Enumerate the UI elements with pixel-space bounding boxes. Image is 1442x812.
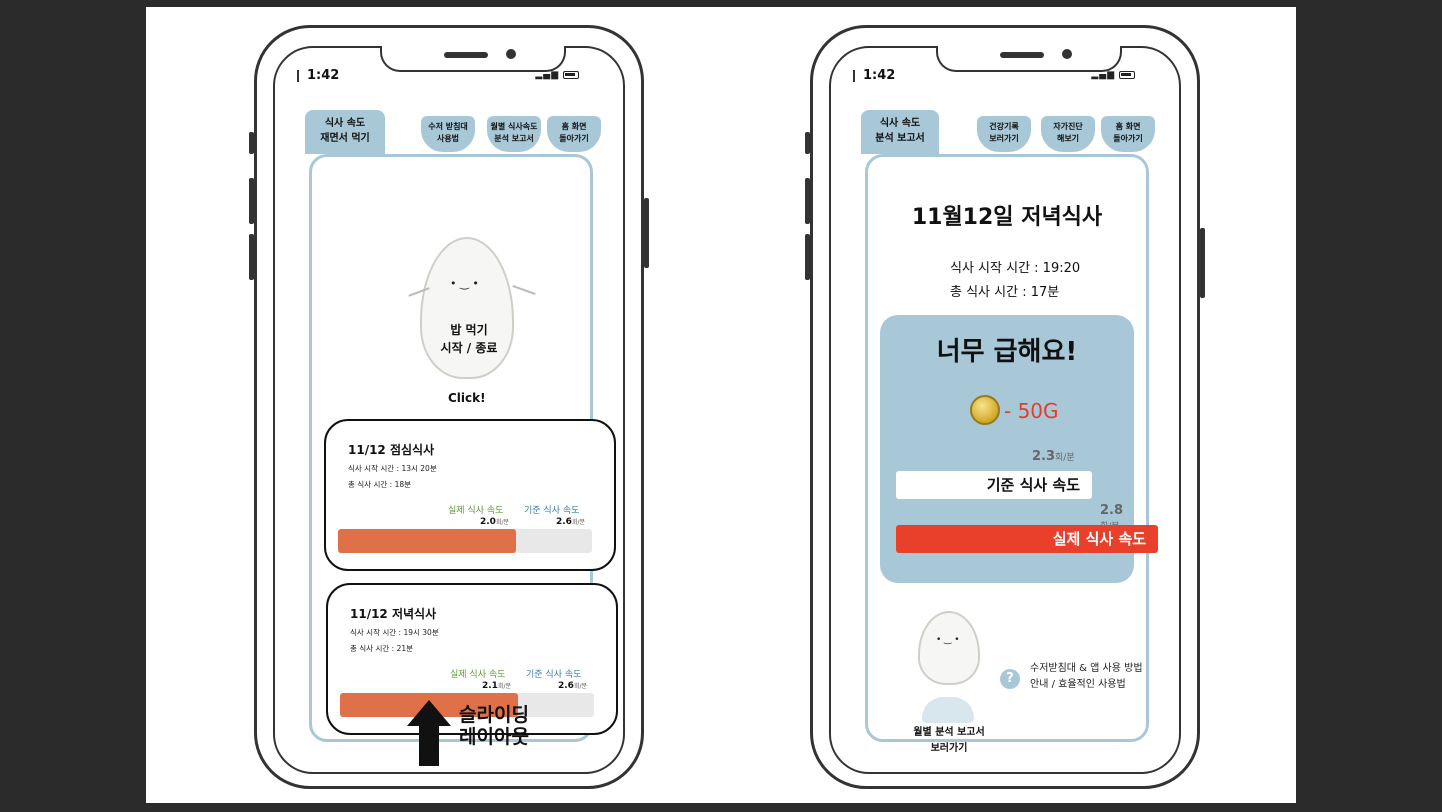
standard-speed-value: 2.6회/분 — [558, 681, 588, 691]
meal-start-time: 식사 시작 시간 : 19:20 — [950, 261, 1081, 276]
standard-speed-label: 기준 식사 속도 — [526, 670, 582, 680]
right-phone-frame: 1:42 ▂▄▆ 식사 속도 분석 보고서 건강기록 보러가기 자가진단 해보기… — [805, 25, 1205, 789]
meal-total-time: 총 식사 시간 : 17분 — [950, 285, 1060, 300]
meal-card-title: 11/12 점심식사 — [348, 443, 435, 457]
meal-start-time: 식사 시작 시간 : 19시 30분 — [350, 628, 439, 637]
volume-down-button — [249, 234, 254, 280]
help-icon: ? — [1000, 669, 1020, 689]
status-time: 1:42 — [307, 68, 340, 83]
actual-speed-label: 실제 식사 속도 — [450, 670, 506, 680]
battery-icon — [563, 70, 579, 79]
speed-bar-fill — [338, 529, 516, 553]
canvas: 1:42 ▂▄▆ 식사 속도 재면서 먹기 수저 받침대 사용법 월별 식사속도… — [146, 7, 1296, 803]
meal-total-time: 총 식사 시간 : 18분 — [348, 480, 412, 489]
volume-down-button — [805, 234, 810, 280]
notch — [936, 46, 1122, 72]
rice-face: • ‿ • — [936, 635, 960, 645]
tab-speed-report[interactable]: 식사 속도 분석 보고서 — [861, 110, 939, 154]
left-content-panel: • ‿ • 밥 먹기 시작 / 종료 Click! 11/12 점심식사 식사 … — [309, 154, 618, 742]
actual-speed-label: 실제 식사 속도 — [448, 506, 504, 516]
rice-character-icon — [918, 611, 980, 685]
start-stop-label: 밥 먹기 시작 / 종료 — [440, 323, 498, 355]
actual-speed-value: 2.1회/분 — [482, 681, 512, 691]
monthly-report-label: 월별 분석 보고서 보러가기 — [913, 727, 985, 754]
speed-result-panel: 너무 급해요! - 50G 2.3회/분 기준 식사 속도 2.8회/분 실제 … — [880, 315, 1158, 583]
status-icons: ▂▄▆ — [535, 70, 579, 80]
rice-grain-icon — [420, 237, 514, 379]
left-tab-bar: 식사 속도 재면서 먹기 수저 받침대 사용법 월별 식사속도 분석 보고서 홈… — [305, 110, 601, 156]
result-headline: 너무 급해요! — [936, 337, 1078, 367]
tab-go-home[interactable]: 홈 화면 돌아가기 — [547, 116, 601, 152]
signal-icon: ▂▄▆ — [1091, 70, 1116, 80]
volume-up-button — [249, 178, 254, 224]
click-hint: Click! — [448, 391, 486, 405]
notch — [380, 46, 566, 72]
standard-speed-bar: 기준 식사 속도 — [896, 471, 1092, 499]
meal-start-time: 식사 시작 시간 : 13시 20분 — [348, 464, 437, 473]
speaker — [1000, 52, 1044, 58]
standard-speed-value: 2.3회/분 — [1032, 449, 1075, 464]
signal-icon: ▂▄▆ — [535, 70, 560, 80]
rice-right-arm — [512, 284, 536, 296]
camera — [1062, 49, 1072, 59]
camera — [506, 49, 516, 59]
right-tab-bar: 식사 속도 분석 보고서 건강기록 보러가기 자가진단 해보기 홈 화면 돌아가… — [861, 110, 1155, 156]
right-content-panel: 11월12일 저녁식사 식사 시작 시간 : 19:20 총 식사 시간 : 1… — [865, 154, 1158, 754]
gold-coin-icon — [970, 395, 1000, 425]
mute-switch — [805, 132, 810, 154]
rice-start-stop-button[interactable]: • ‿ • 밥 먹기 시작 / 종료 — [408, 233, 558, 393]
power-button — [644, 198, 649, 268]
mute-switch — [249, 132, 254, 154]
sliding-layout-label: 슬라이딩 레이아웃 — [459, 704, 529, 748]
rice-face: • ‿ • — [450, 277, 479, 290]
tab-go-home[interactable]: 홈 화면 돌아가기 — [1101, 116, 1155, 152]
meal-card-title: 11/12 저녁식사 — [350, 607, 437, 621]
left-screen: 1:42 ▂▄▆ 식사 속도 재면서 먹기 수저 받침대 사용법 월별 식사속도… — [273, 46, 625, 774]
status-bar-divider — [297, 70, 299, 82]
help-text: 수저받침대 & 앱 사용 방법 안내 / 효율적인 사용법 — [1030, 663, 1143, 690]
status-icons: ▂▄▆ — [1091, 70, 1135, 80]
monthly-report-link[interactable]: 월별 분석 보고서 보러가기 — [904, 697, 994, 754]
coin-penalty: - 50G — [1004, 399, 1059, 423]
tab-health-record[interactable]: 건강기록 보러가기 — [977, 116, 1031, 152]
left-phone-frame: 1:42 ▂▄▆ 식사 속도 재면서 먹기 수저 받침대 사용법 월별 식사속도… — [249, 25, 649, 789]
right-screen: 1:42 ▂▄▆ 식사 속도 분석 보고서 건강기록 보러가기 자가진단 해보기… — [829, 46, 1181, 774]
report-title: 11월12일 저녁식사 — [911, 205, 1103, 230]
actual-speed-bar: 실제 식사 속도 — [896, 525, 1158, 553]
volume-up-button — [805, 178, 810, 224]
arrow-up-icon — [407, 700, 451, 766]
tab-monthly-report[interactable]: 월별 식사속도 분석 보고서 — [487, 116, 541, 152]
speed-bar-track — [338, 529, 592, 553]
battery-icon — [1119, 70, 1135, 79]
rice-bowl-icon — [922, 697, 974, 723]
status-time: 1:42 — [863, 68, 896, 83]
tab-eat-with-speed[interactable]: 식사 속도 재면서 먹기 — [305, 110, 385, 154]
tab-self-diagnosis[interactable]: 자가진단 해보기 — [1041, 116, 1095, 152]
standard-speed-value: 2.6회/분 — [556, 517, 586, 527]
status-bar-divider — [853, 70, 855, 82]
tab-spoon-rest-guide[interactable]: 수저 받침대 사용법 — [421, 116, 475, 152]
actual-speed-value: 2.0회/분 — [480, 517, 510, 527]
meal-card-lunch[interactable]: 11/12 점심식사 식사 시작 시간 : 13시 20분 총 식사 시간 : … — [324, 419, 616, 571]
power-button — [1200, 228, 1205, 298]
standard-speed-label: 기준 식사 속도 — [524, 506, 580, 516]
speaker — [444, 52, 488, 58]
help-guide-link[interactable]: ? 수저받침대 & 앱 사용 방법 안내 / 효율적인 사용법 — [1000, 657, 1180, 697]
meal-total-time: 총 식사 시간 : 21분 — [350, 644, 414, 653]
